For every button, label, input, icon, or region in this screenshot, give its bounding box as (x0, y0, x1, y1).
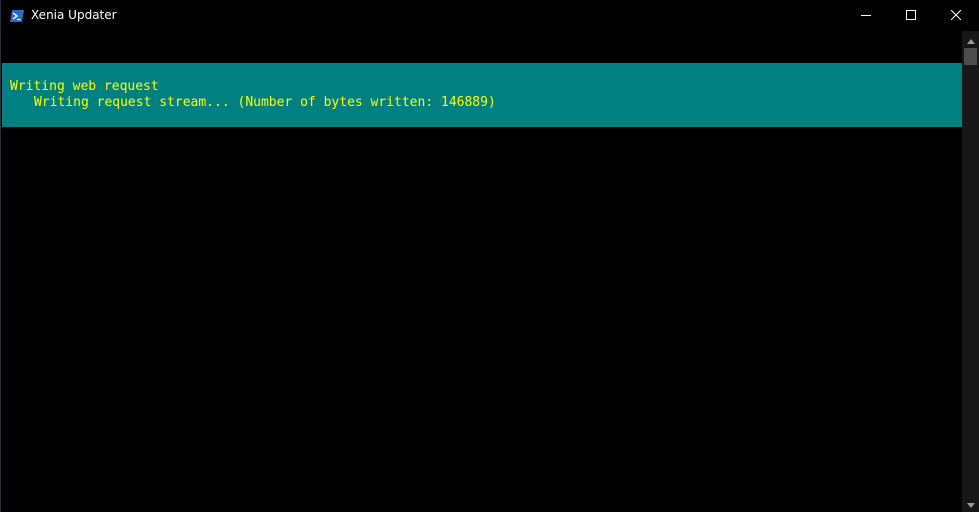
minimize-button[interactable] (843, 0, 889, 31)
close-icon (950, 7, 962, 25)
scroll-up-button[interactable] (962, 31, 979, 48)
scroll-up-arrow-icon (966, 31, 975, 49)
scroll-down-arrow-icon (966, 495, 975, 512)
progress-activity-text: Writing web request (10, 79, 159, 94)
powershell-icon (10, 9, 24, 22)
maximize-button[interactable] (888, 0, 934, 31)
scrollbar-thumb[interactable] (964, 48, 977, 65)
progress-status-text: Writing request stream... (Number of byt… (34, 95, 496, 110)
console-output[interactable]: Writing web request Writing request stre… (2, 31, 962, 512)
window-title: Xenia Updater (31, 8, 117, 22)
scroll-down-button[interactable] (962, 495, 979, 512)
vertical-scrollbar[interactable] (962, 31, 979, 512)
title-bar[interactable]: Xenia Updater (1, 0, 979, 31)
minimize-icon (861, 7, 871, 25)
console-window: Xenia Updater Writing web request Writin… (0, 0, 979, 512)
maximize-icon (906, 7, 916, 25)
close-button[interactable] (933, 0, 979, 31)
